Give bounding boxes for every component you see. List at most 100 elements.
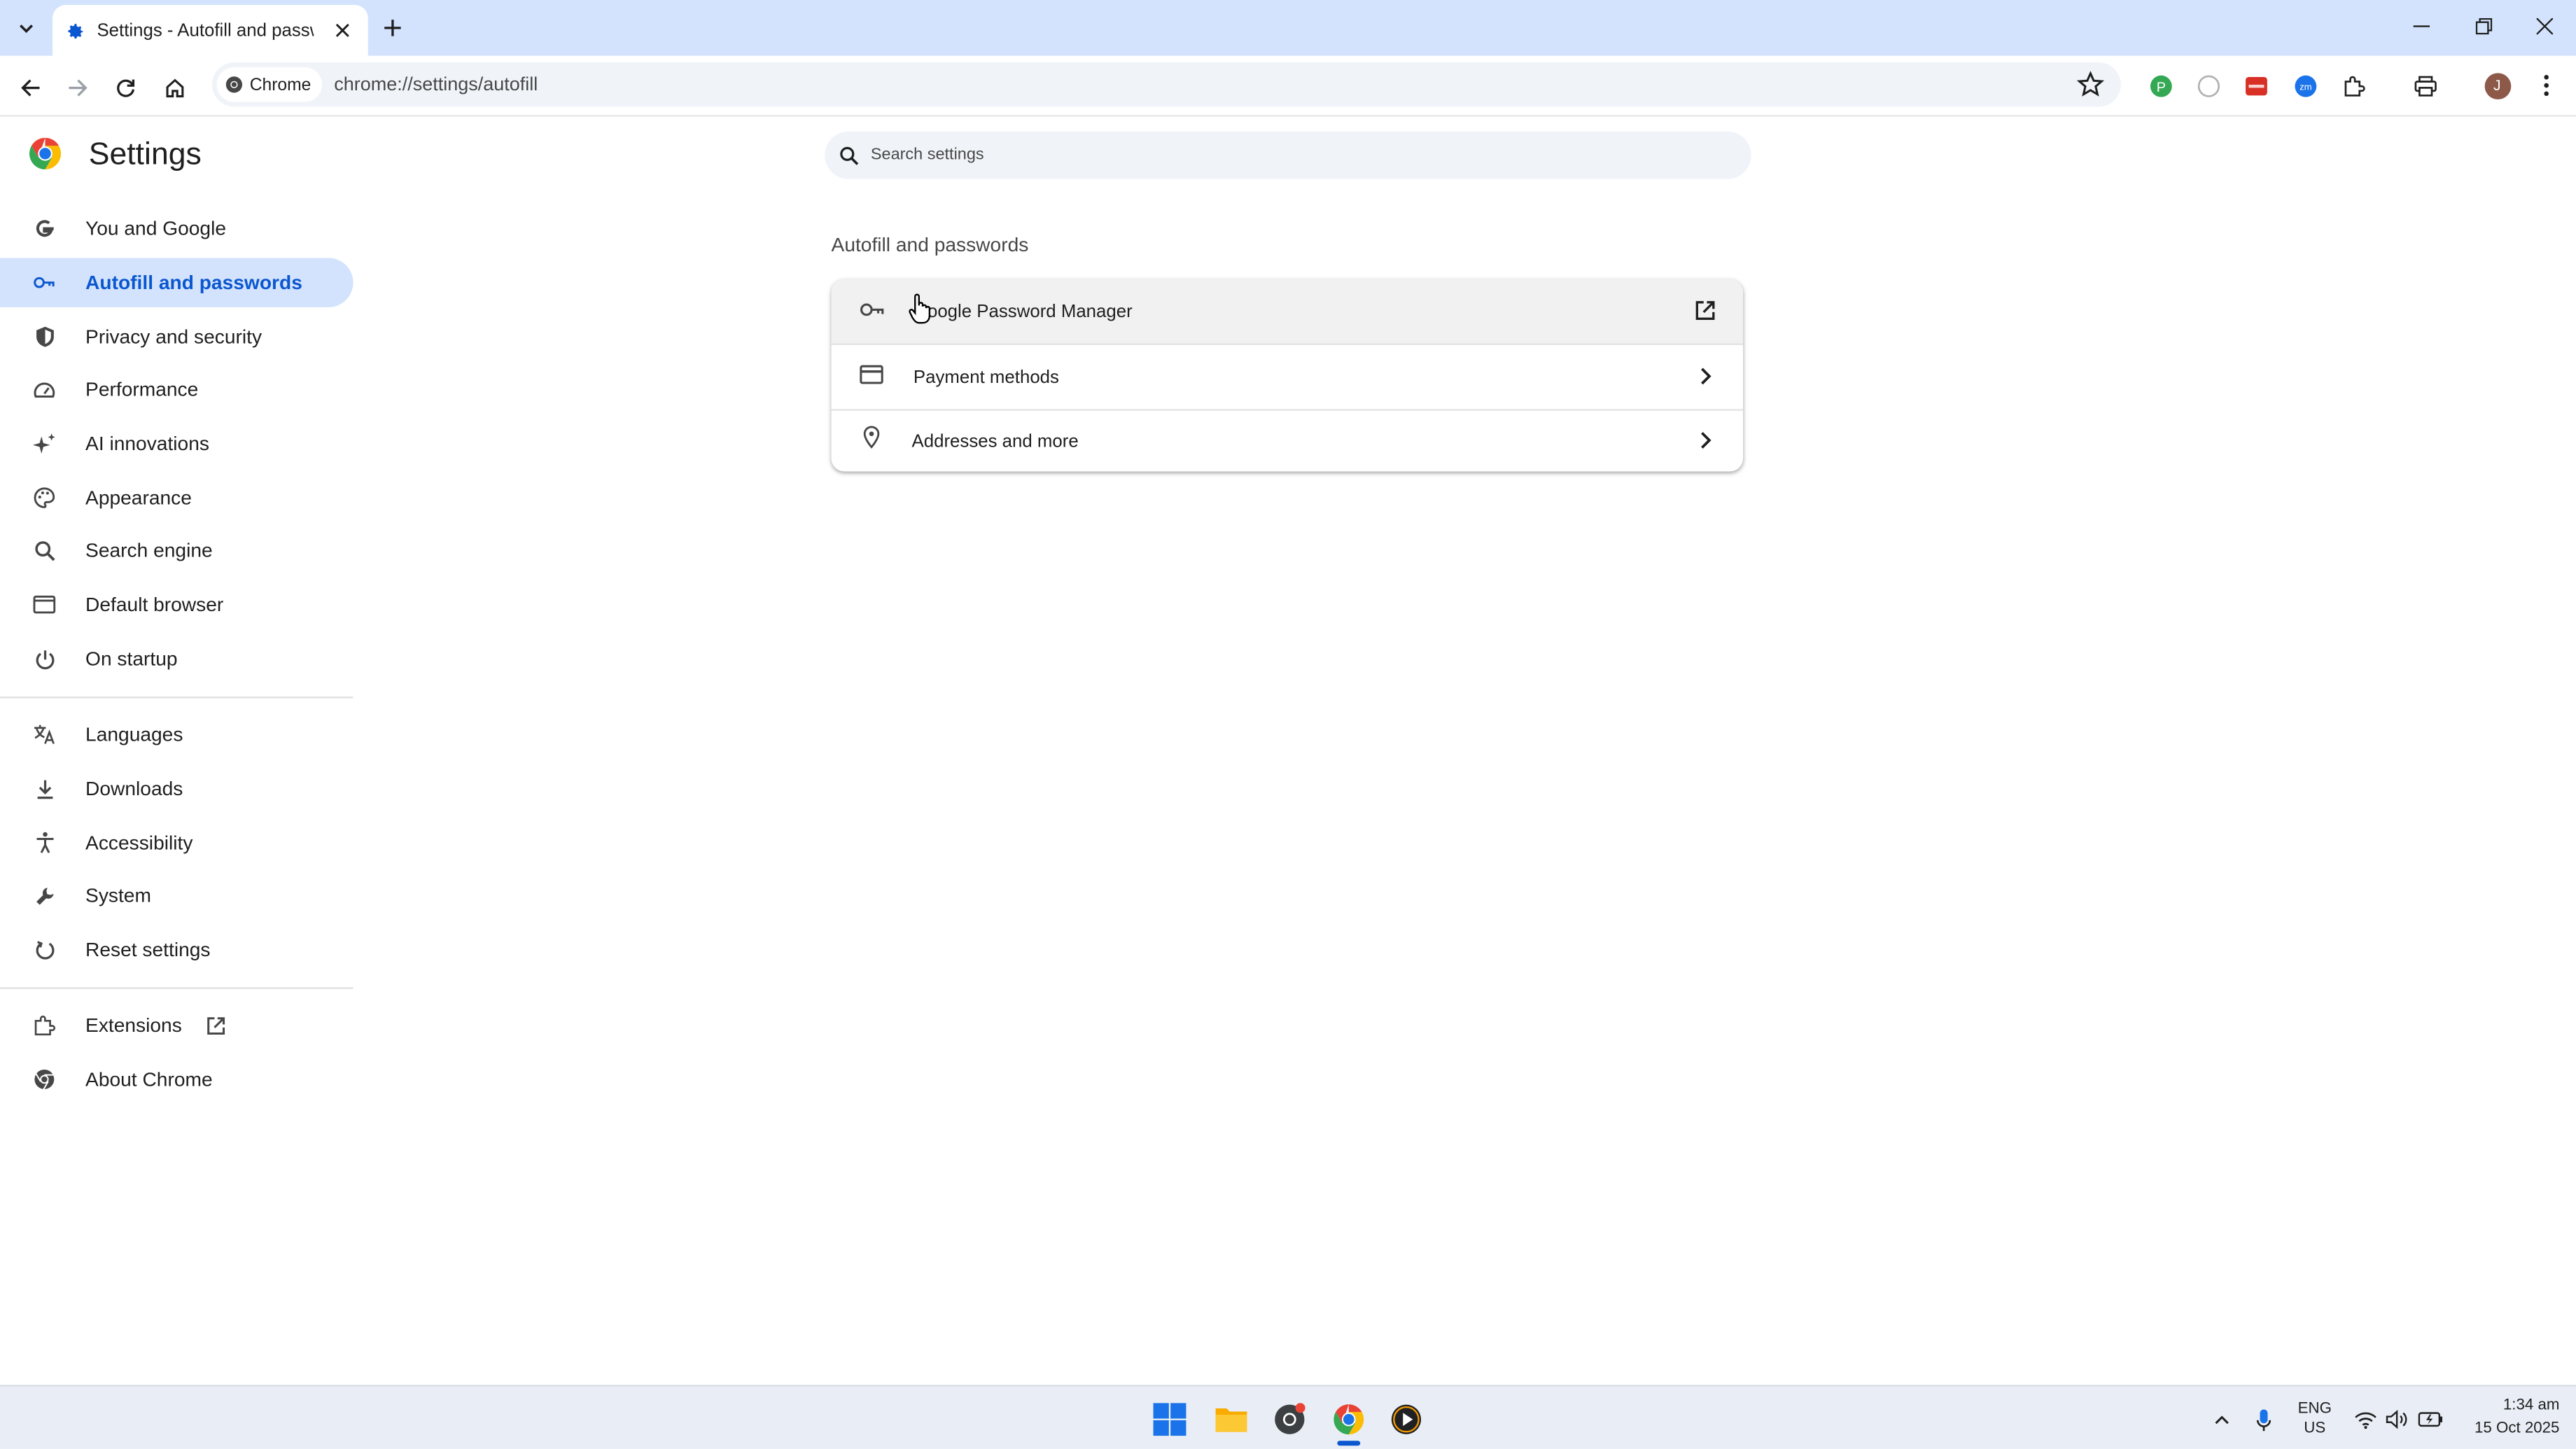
key-icon	[859, 297, 886, 326]
bookmark-star-icon[interactable]	[2076, 71, 2105, 99]
clock-date: 15 Oct 2025	[2474, 1419, 2560, 1438]
sidebar-item-privacy-and-security[interactable]: Privacy and security	[0, 312, 354, 361]
extension-red-icon[interactable]	[2241, 71, 2270, 100]
chevron-right-icon	[1701, 368, 1712, 385]
reload-button[interactable]	[105, 67, 144, 106]
sidebar-item-reset-settings[interactable]: Reset settings	[0, 925, 354, 974]
chrome-profile-taskbar-button[interactable]	[1270, 1400, 1309, 1439]
puzzle-icon	[33, 1014, 56, 1037]
minimize-button[interactable]	[2397, 6, 2446, 46]
tab-title: Settings - Autofill and passwords	[97, 20, 314, 41]
new-tab-button[interactable]	[374, 10, 411, 46]
wifi-icon	[2355, 1411, 2376, 1429]
microphone-button[interactable]	[2244, 1400, 2283, 1439]
extensions-puzzle-button[interactable]	[2338, 71, 2367, 100]
sidebar-item-ai-innovations[interactable]: AI innovations	[0, 419, 354, 468]
sidebar-item-search-engine[interactable]: Search engine	[0, 526, 354, 575]
battery-icon	[2417, 1412, 2442, 1427]
url-text[interactable]: chrome://settings/autofill	[334, 75, 538, 94]
sidebar-item-accessibility[interactable]: Accessibility	[0, 818, 354, 867]
chrome-menu-button[interactable]	[2532, 71, 2561, 100]
extension-blue-icon[interactable]: zm	[2290, 71, 2320, 100]
sidebar-item-system[interactable]: System	[0, 871, 354, 920]
browser-window-icon	[33, 593, 56, 616]
gear-icon	[68, 22, 83, 38]
home-icon	[165, 78, 183, 97]
media-player-button[interactable]	[1387, 1400, 1426, 1439]
play-icon	[1391, 1404, 1422, 1434]
close-window-button[interactable]	[2520, 6, 2569, 46]
chevron-right-icon	[1701, 432, 1712, 449]
clock[interactable]: 1:34 am 15 Oct 2025	[2454, 1396, 2559, 1439]
show-hidden-icons-button[interactable]	[2202, 1400, 2241, 1439]
sidebar-item-downloads[interactable]: Downloads	[0, 764, 354, 813]
external-link-icon	[1695, 301, 1715, 320]
addresses-and-more-row[interactable]: Addresses and more	[832, 409, 1744, 471]
sidebar-item-performance[interactable]: Performance	[0, 365, 354, 414]
profile-avatar[interactable]: J	[2482, 71, 2512, 100]
sparkle-icon	[32, 432, 56, 455]
reset-icon	[33, 938, 56, 961]
sidebar-item-languages[interactable]: Languages	[0, 710, 354, 759]
extension-green-icon[interactable]: P	[2146, 71, 2175, 100]
sidebar-item-extensions[interactable]: Extensions	[0, 1000, 354, 1049]
file-explorer-button[interactable]	[1211, 1400, 1250, 1439]
speedometer-icon	[33, 378, 56, 401]
more-vert-icon	[2544, 75, 2549, 97]
sidebar-item-you-and-google[interactable]: You and Google	[0, 204, 354, 253]
external-link-icon	[206, 1016, 225, 1034]
back-button[interactable]	[10, 67, 49, 106]
site-info-chip[interactable]: Chrome	[216, 67, 323, 102]
browser-toolbar: Chrome chrome://settings/autofill P zm J	[0, 55, 2576, 117]
close-icon	[2536, 18, 2554, 35]
arrow-right-icon	[68, 78, 87, 96]
google-icon	[33, 217, 56, 240]
wrench-icon	[33, 884, 56, 907]
chrome-taskbar-button[interactable]	[1329, 1400, 1368, 1446]
chevron-down-icon	[20, 24, 34, 34]
sidebar-item-about-chrome[interactable]: About Chrome	[0, 1055, 354, 1104]
chrome-logo-icon	[29, 137, 62, 170]
tab-close-button[interactable]	[328, 18, 355, 44]
shield-icon	[33, 326, 56, 349]
payment-methods-row[interactable]: Payment methods	[832, 345, 1744, 410]
forward-button[interactable]	[57, 67, 97, 106]
puzzle-icon	[2344, 75, 2365, 96]
battery-button[interactable]	[2410, 1400, 2449, 1439]
folder-icon	[1214, 1408, 1247, 1432]
tab-search-button[interactable]	[6, 8, 46, 48]
windows-start-button[interactable]	[1150, 1400, 1189, 1439]
print-button[interactable]	[2410, 71, 2440, 100]
key-icon	[33, 271, 56, 294]
sidebar-item-default-browser[interactable]: Default browser	[0, 580, 354, 629]
download-icon	[33, 777, 56, 800]
search-settings-input[interactable]: Search settings	[871, 146, 984, 164]
active-app-indicator	[1337, 1441, 1361, 1446]
clock-time: 1:34 am	[2502, 1396, 2560, 1415]
tab-settings[interactable]: Settings - Autofill and passwords	[52, 5, 368, 56]
palette-icon	[33, 486, 56, 510]
windows-taskbar: ENG US 1:34 am 15 Oct 2025	[0, 1385, 2576, 1449]
tab-strip: Settings - Autofill and passwords	[0, 0, 2576, 56]
sidebar-item-autofill-and-passwords[interactable]: Autofill and passwords	[0, 258, 354, 307]
page-title: Settings	[88, 138, 202, 173]
printer-icon	[2414, 75, 2436, 96]
input-language-indicator[interactable]: ENG US	[2290, 1400, 2339, 1439]
chrome-icon	[1275, 1403, 1306, 1434]
chrome-icon	[33, 1068, 56, 1091]
svg-text:zm: zm	[2299, 81, 2311, 92]
restore-button[interactable]	[2459, 6, 2508, 46]
google-password-manager-row[interactable]: Google Password Manager	[831, 279, 1744, 344]
search-settings-field[interactable]: Search settings	[825, 131, 1751, 179]
power-icon	[33, 648, 56, 671]
home-button[interactable]	[155, 67, 194, 106]
avatar-initial: J	[2493, 77, 2501, 94]
hand-cursor-icon	[909, 293, 931, 324]
sidebar-item-on-startup[interactable]: On startup	[0, 634, 354, 683]
search-icon	[840, 146, 859, 164]
address-bar[interactable]: Chrome chrome://settings/autofill	[211, 62, 2121, 107]
sidebar-divider	[0, 987, 354, 989]
speaker-icon	[2386, 1409, 2407, 1429]
sidebar-item-appearance[interactable]: Appearance	[0, 473, 354, 522]
extension-compass-icon[interactable]	[2193, 71, 2222, 100]
